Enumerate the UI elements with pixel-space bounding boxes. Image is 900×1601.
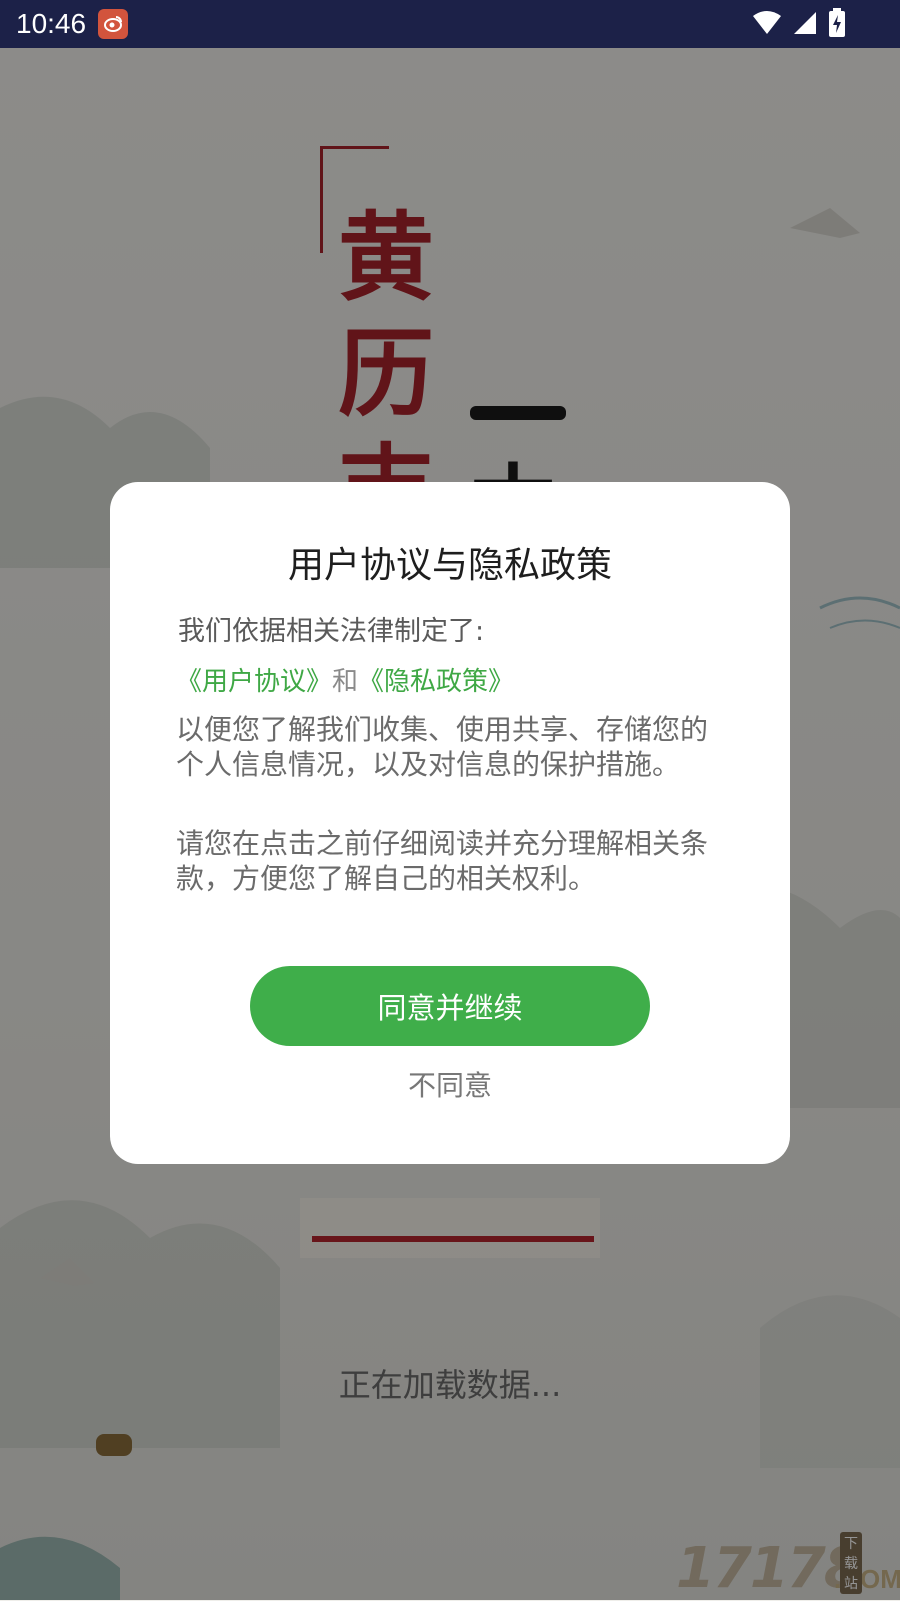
- dialog-paragraph: 以便您了解我们收集、使用共享、存储您的个人信息情况，以及对信息的保护措施。: [176, 713, 709, 781]
- dialog-title: 用户协议与隐私政策: [287, 545, 612, 586]
- battery-charging-icon: [828, 8, 846, 42]
- privacy-dialog: 用户协议与隐私政策 我们依据相关法律制定了: 《用户协议》和《隐私政策》 以便您…: [110, 482, 790, 1164]
- weibo-app-icon: [98, 9, 128, 39]
- link-joiner: 和: [332, 667, 359, 697]
- user-agreement-link[interactable]: 《用户协议》: [176, 667, 332, 697]
- status-bar: 10:46: [0, 0, 900, 48]
- policy-links: 《用户协议》和《隐私政策》: [176, 664, 514, 700]
- wifi-icon: [752, 10, 782, 40]
- dialog-intro: 我们依据相关法律制定了:: [178, 616, 485, 647]
- dialog-paragraph: 请您在点击之前仔细阅读并充分理解相关条款，方便您了解自己的相关权利。: [176, 827, 709, 895]
- privacy-policy-link[interactable]: 《隐私政策》: [358, 667, 514, 697]
- status-time: 10:46: [16, 8, 87, 39]
- disagree-button[interactable]: 不同意: [110, 1066, 790, 1106]
- agree-continue-button[interactable]: 同意并继续: [250, 966, 650, 1046]
- signal-icon: [792, 10, 818, 40]
